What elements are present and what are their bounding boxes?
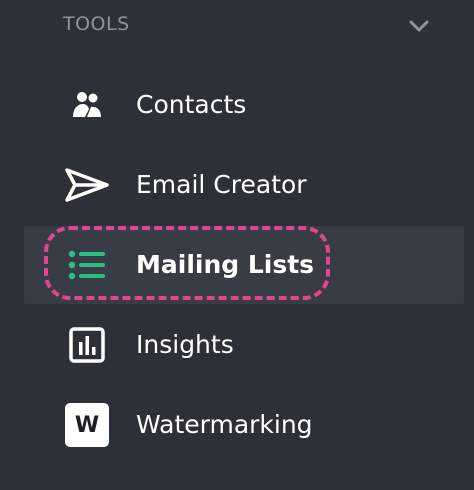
sidebar-item-contacts[interactable]: Contacts — [24, 66, 464, 144]
sidebar-item-label: Contacts — [136, 90, 247, 119]
sidebar-item-insights[interactable]: Insights — [24, 306, 464, 384]
bar-chart-icon — [64, 325, 110, 365]
watermark-w-icon: W — [64, 403, 110, 447]
sidebar-item-mailing-lists[interactable]: Mailing Lists — [24, 226, 464, 304]
tools-section-header: TOOLS — [0, 0, 474, 52]
sidebar-item-label: Watermarking — [136, 410, 313, 439]
sidebar-item-watermarking[interactable]: W Watermarking — [24, 386, 464, 464]
watermark-w-letter: W — [65, 403, 109, 447]
contacts-icon — [64, 85, 110, 125]
chevron-down-icon[interactable] — [404, 14, 434, 38]
sidebar-item-email-creator[interactable]: Email Creator — [24, 146, 464, 224]
sidebar-item-label: Mailing Lists — [136, 250, 315, 279]
section-title: TOOLS — [63, 13, 130, 35]
sidebar-item-label: Insights — [136, 330, 234, 359]
sidebar-item-label: Email Creator — [136, 170, 307, 199]
paper-plane-icon — [64, 165, 110, 205]
list-icon — [64, 245, 110, 285]
